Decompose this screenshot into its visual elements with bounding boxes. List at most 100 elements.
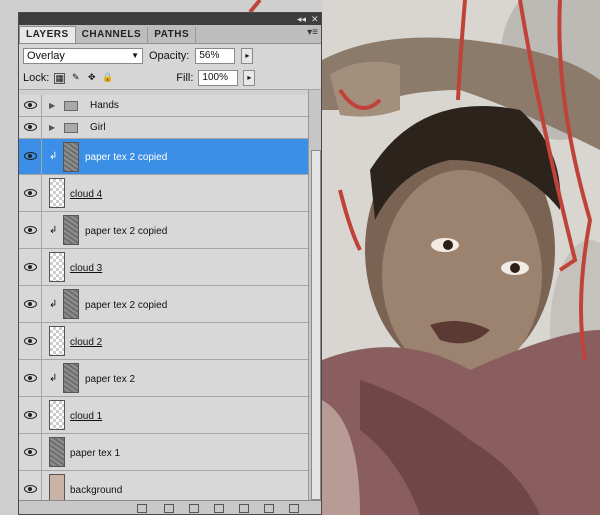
blend-mode-value: Overlay bbox=[27, 49, 65, 62]
clipping-arrow-icon: ↲ bbox=[49, 373, 58, 384]
eye-icon bbox=[24, 374, 37, 382]
visibility-toggle[interactable] bbox=[19, 286, 42, 322]
panel-menu-icon[interactable]: ▾≡ bbox=[307, 27, 318, 38]
folder-icon bbox=[64, 101, 78, 111]
visibility-toggle[interactable] bbox=[19, 117, 42, 138]
layer-row[interactable]: ↲ paper tex 2 copied bbox=[19, 286, 308, 323]
lock-row: Lock: ▦ ✎ ✥ 🔒 Fill: 100% ▸ bbox=[19, 67, 321, 90]
lock-position-icon[interactable]: ✥ bbox=[86, 72, 97, 84]
layer-name: cloud 3 bbox=[70, 263, 103, 274]
collapse-icon[interactable]: ◂◂ bbox=[297, 13, 306, 25]
visibility-toggle[interactable] bbox=[19, 139, 42, 174]
layer-row[interactable]: ↲ paper tex 2 copied bbox=[19, 212, 308, 249]
layer-name: paper tex 2 copied bbox=[85, 300, 168, 311]
eye-icon bbox=[24, 448, 37, 456]
layer-thumbnail bbox=[63, 289, 79, 319]
eye-icon bbox=[24, 101, 37, 109]
visibility-toggle[interactable] bbox=[19, 175, 42, 211]
fill-field[interactable]: 100% bbox=[198, 70, 239, 86]
layer-thumbnail bbox=[49, 178, 65, 208]
layer-name: paper tex 2 copied bbox=[85, 226, 168, 237]
visibility-toggle[interactable] bbox=[19, 397, 42, 433]
blend-mode-select[interactable]: Overlay ▼ bbox=[23, 47, 143, 64]
clipping-arrow-icon: ↲ bbox=[49, 151, 58, 162]
layer-row[interactable]: cloud 2 bbox=[19, 323, 308, 360]
link-layers-icon[interactable] bbox=[137, 504, 147, 513]
layer-thumbnail bbox=[49, 474, 65, 500]
layer-name: paper tex 1 bbox=[70, 448, 121, 459]
layer-row[interactable]: ↲ paper tex 2 copied bbox=[19, 139, 308, 175]
adjustment-layer-icon[interactable] bbox=[214, 504, 224, 513]
chevron-down-icon: ▼ bbox=[131, 50, 139, 60]
panel-titlebar[interactable]: ◂◂ ✕ bbox=[19, 13, 321, 25]
tab-channels[interactable]: CHANNELS bbox=[76, 27, 149, 43]
expand-triangle-icon[interactable]: ▶ bbox=[49, 101, 55, 110]
lock-all-icon[interactable]: 🔒 bbox=[102, 72, 113, 84]
folder-icon bbox=[64, 123, 78, 133]
expand-triangle-icon[interactable]: ▶ bbox=[49, 123, 55, 132]
new-layer-icon[interactable] bbox=[264, 504, 274, 513]
visibility-toggle[interactable] bbox=[19, 249, 42, 285]
clipping-arrow-icon: ↲ bbox=[49, 299, 58, 310]
clipping-arrow-icon: ↲ bbox=[49, 225, 58, 236]
eye-icon bbox=[24, 485, 37, 493]
close-icon[interactable]: ✕ bbox=[311, 13, 319, 25]
scrollbar-thumb[interactable] bbox=[311, 150, 321, 500]
layer-thumbnail bbox=[63, 363, 79, 393]
panel-tabs: LAYERS CHANNELS PATHS ▾≡ bbox=[19, 25, 321, 44]
lock-pixels-icon[interactable]: ✎ bbox=[70, 72, 81, 84]
visibility-toggle[interactable] bbox=[19, 212, 42, 248]
layer-row[interactable]: background bbox=[19, 471, 308, 500]
lock-transparency-icon[interactable]: ▦ bbox=[54, 72, 66, 84]
new-group-icon[interactable] bbox=[239, 504, 249, 513]
layer-list: ▶ Hands ▶ Girl ↲ paper tex 2 copied clou… bbox=[19, 90, 308, 500]
eye-icon bbox=[24, 263, 37, 271]
layer-thumbnail bbox=[49, 326, 65, 356]
fill-slider-button[interactable]: ▸ bbox=[243, 70, 256, 86]
layer-row[interactable]: cloud 3 bbox=[19, 249, 308, 286]
trash-icon[interactable] bbox=[289, 504, 299, 513]
eye-icon bbox=[24, 123, 37, 131]
panel-bottom-toolbar bbox=[19, 500, 321, 514]
opacity-slider-button[interactable]: ▸ bbox=[241, 47, 254, 64]
layer-row[interactable]: ▶ Hands bbox=[19, 95, 308, 117]
layer-row[interactable]: cloud 1 bbox=[19, 397, 308, 434]
layer-name: cloud 1 bbox=[70, 411, 103, 422]
eye-icon bbox=[24, 226, 37, 234]
visibility-toggle[interactable] bbox=[19, 434, 42, 470]
layer-name: Hands bbox=[90, 100, 119, 111]
layer-row[interactable]: cloud 4 bbox=[19, 175, 308, 212]
fill-label: Fill: bbox=[176, 72, 194, 84]
layer-name: cloud 4 bbox=[70, 189, 103, 200]
layer-mask-icon[interactable] bbox=[189, 504, 199, 513]
layer-name: paper tex 2 copied bbox=[85, 152, 168, 163]
layer-list-scrollbar[interactable] bbox=[308, 90, 321, 500]
layer-row[interactable]: paper tex 1 bbox=[19, 434, 308, 471]
eye-icon bbox=[24, 300, 37, 308]
layer-thumbnail bbox=[63, 215, 79, 245]
layer-thumbnail bbox=[49, 400, 65, 430]
visibility-toggle[interactable] bbox=[19, 323, 42, 359]
layer-style-icon[interactable] bbox=[164, 504, 174, 513]
layer-name: Girl bbox=[90, 122, 106, 133]
eye-icon bbox=[24, 337, 37, 345]
visibility-toggle[interactable] bbox=[19, 360, 42, 396]
eye-icon bbox=[24, 152, 37, 160]
layer-row[interactable]: ↲ paper tex 2 bbox=[19, 360, 308, 397]
eye-icon bbox=[24, 189, 37, 197]
visibility-toggle[interactable] bbox=[19, 471, 42, 500]
opacity-field[interactable]: 56% bbox=[195, 47, 236, 64]
layer-thumbnail bbox=[49, 437, 65, 467]
opacity-label: Opacity: bbox=[149, 49, 190, 62]
blend-row: Overlay ▼ Opacity: 56% ▸ bbox=[19, 44, 321, 67]
layers-panel: ◂◂ ✕ LAYERS CHANNELS PATHS ▾≡ Overlay ▼ … bbox=[18, 12, 322, 515]
visibility-toggle[interactable] bbox=[19, 95, 42, 116]
eye-icon bbox=[24, 411, 37, 419]
tab-layers[interactable]: LAYERS bbox=[19, 26, 76, 43]
lock-label: Lock: bbox=[23, 72, 50, 84]
layer-name: cloud 2 bbox=[70, 337, 103, 348]
layer-name: paper tex 2 bbox=[85, 374, 136, 385]
layer-name: background bbox=[70, 485, 123, 496]
tab-paths[interactable]: PATHS bbox=[148, 27, 197, 43]
layer-row[interactable]: ▶ Girl bbox=[19, 117, 308, 139]
